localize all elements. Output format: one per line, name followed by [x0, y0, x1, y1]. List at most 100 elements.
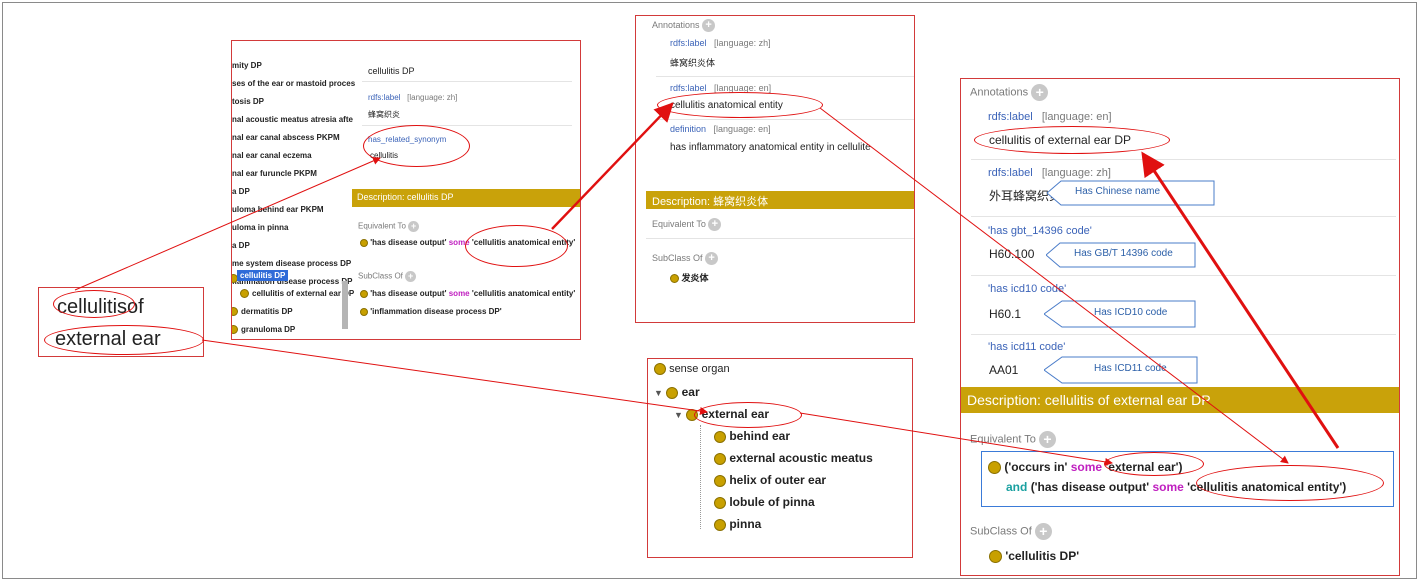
divider	[362, 125, 572, 126]
subclass-expression: 'cellulitis DP'	[989, 549, 1079, 564]
annotation-value: cellulitis DP	[368, 66, 415, 76]
panel-sense-organ-tree: sense organ ▼ ear ▼ external ear behind …	[647, 358, 913, 558]
tree-item-selected[interactable]: cellulitis DP	[237, 270, 289, 281]
tree-item[interactable]: ▼ ear	[654, 385, 700, 399]
tree-item[interactable]: ses of the ear or mastoid proces	[232, 79, 355, 88]
callout-icd11-code: Has ICD11 code	[1044, 356, 1198, 384]
class-icon	[989, 550, 1002, 564]
oval-left-external-ear	[44, 325, 204, 355]
panel-cellulitis-anatomical-entity: Annotations + rdfs:label [language: zh] …	[635, 15, 915, 323]
annotation-value: 蜂窝织炎体	[670, 58, 716, 68]
tree-item[interactable]: a DP	[232, 241, 250, 250]
class-icon	[714, 452, 726, 465]
annotation-value: has inflammatory anatomical entity in ce…	[670, 142, 871, 153]
equivalent-to-header: Equivalent To +	[652, 218, 722, 231]
divider	[646, 238, 914, 239]
tree-item[interactable]: external acoustic meatus	[714, 451, 873, 465]
tree-item[interactable]: dermatitis DP	[241, 307, 293, 316]
divider	[971, 216, 1396, 217]
plus-circle-icon[interactable]: +	[1034, 523, 1052, 540]
triangle-down-icon[interactable]: ▼	[674, 410, 683, 420]
tree-item[interactable]: granuloma DP	[241, 325, 295, 334]
annotations-header: Annotations +	[652, 19, 716, 32]
class-icon	[240, 289, 249, 298]
oval-external-ear-tree	[694, 402, 802, 428]
callout-icd10-code: Has ICD10 code	[1044, 300, 1196, 328]
class-icon	[988, 461, 1001, 475]
oval-eq-cellulitis-entity	[1196, 465, 1384, 501]
tree-item[interactable]: behind ear	[714, 429, 790, 443]
annotation-prop: rdfs:label [language: zh]	[670, 38, 771, 48]
annotation-prop: 'has gbt_14396 code'	[988, 225, 1092, 237]
class-icon	[670, 274, 679, 284]
subclass-of-header: SubClass Of +	[358, 271, 417, 282]
divider	[656, 76, 914, 77]
plus-circle-icon[interactable]: +	[705, 252, 719, 265]
plus-circle-icon[interactable]: +	[408, 221, 420, 232]
equivalent-to-header: Equivalent To +	[358, 221, 420, 232]
subclass-expression: 'inflammation disease process DP'	[360, 307, 502, 316]
class-icon	[714, 430, 726, 443]
annotation-prop: rdfs:label [language: en]	[988, 111, 1112, 123]
class-icon	[360, 307, 368, 316]
oval-cellulitis-anatomical-entity-a	[465, 225, 568, 267]
callout-chinese-name: Has Chinese name	[1047, 180, 1215, 206]
tree-item[interactable]: helix of outer ear	[714, 473, 826, 487]
oval-has-related-synonym	[363, 125, 470, 167]
plus-circle-icon[interactable]: +	[708, 218, 722, 231]
tree-item[interactable]: nal ear furuncle PKPM	[232, 169, 317, 178]
tree-item[interactable]: nal acoustic meatus atresia afte	[232, 115, 353, 124]
tree-item[interactable]: nal ear canal eczema	[232, 151, 312, 160]
description-bar: Description: 蜂窝织炎体	[646, 191, 914, 209]
tree-item[interactable]: nal ear canal abscess PKPM	[232, 133, 340, 142]
oval-label-en	[974, 126, 1170, 154]
tree-item[interactable]: lobule of pinna	[714, 495, 815, 509]
description-bar: Description: cellulitis DP	[352, 189, 580, 207]
tree-item-child[interactable]: cellulitis of external ear DP	[252, 289, 354, 298]
tree-item[interactable]: me system disease process DP	[232, 259, 351, 268]
annotations-header: Annotations +	[970, 84, 1049, 101]
tree-item[interactable]: tosis DP	[232, 97, 264, 106]
class-icon	[360, 238, 368, 247]
annotation-value: H60.100	[989, 247, 1035, 261]
oval-cellulitis-anatomical-entity-b	[657, 92, 823, 118]
class-icon	[232, 325, 238, 334]
class-icon	[360, 289, 368, 298]
tree-item[interactable]: uloma behind ear PKPM	[232, 205, 324, 214]
annotations-area: cellulitis DP rdfs:label [language: zh] …	[352, 41, 580, 191]
class-icon	[232, 307, 238, 316]
tree-item[interactable]: sense organ	[654, 363, 730, 376]
tree-item[interactable]: a DP	[232, 187, 250, 196]
oval-eq-external-ear	[1104, 452, 1204, 476]
tree-connector	[700, 425, 702, 529]
subclass-of-header: SubClass Of +	[652, 252, 719, 265]
class-icon	[714, 518, 726, 531]
triangle-down-icon[interactable]: ▼	[654, 388, 663, 398]
tree-scrollbar[interactable]	[342, 281, 348, 329]
divider	[656, 119, 914, 120]
tree-item[interactable]: mity DP	[232, 61, 262, 70]
class-icon	[666, 386, 679, 399]
annotation-prop: definition [language: en]	[670, 124, 771, 134]
tree-item[interactable]: pinna	[714, 517, 761, 531]
plus-circle-icon[interactable]: +	[1038, 431, 1056, 448]
divider	[971, 275, 1396, 276]
oval-left-cellulitis	[53, 290, 135, 318]
tree-item[interactable]: uloma in pinna	[232, 223, 288, 232]
divider	[971, 159, 1396, 160]
equivalent-to-header: Equivalent To +	[970, 431, 1056, 448]
divider	[971, 334, 1396, 335]
plus-circle-icon[interactable]: +	[702, 19, 716, 32]
class-tree: mity DP ses of the ear or mastoid proces…	[232, 41, 355, 339]
annotation-prop: rdfs:label [language: zh]	[988, 167, 1111, 179]
subclass-expression: 发炎体	[670, 271, 709, 284]
plus-circle-icon[interactable]: +	[1031, 84, 1049, 101]
annotation-value: H60.1	[989, 307, 1022, 321]
divider	[362, 81, 572, 82]
annotation-prop: rdfs:label [language: zh]	[368, 93, 458, 102]
panel-cellulitis-dp: mity DP ses of the ear or mastoid proces…	[231, 40, 581, 340]
plus-circle-icon[interactable]: +	[405, 271, 417, 282]
annotation-prop: 'has icd10 code'	[988, 283, 1067, 295]
class-icon	[714, 496, 726, 509]
annotation-value: 蜂窝织炎	[368, 110, 400, 119]
